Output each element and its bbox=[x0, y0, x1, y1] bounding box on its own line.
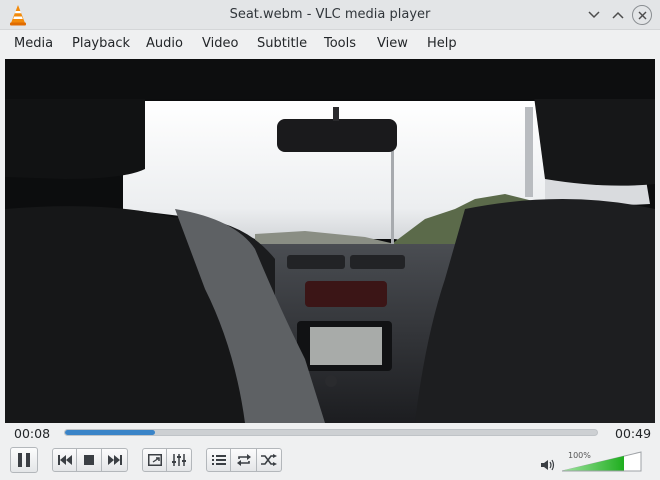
previous-icon bbox=[57, 455, 72, 465]
menu-view[interactable]: View bbox=[377, 36, 408, 51]
menu-video[interactable]: Video bbox=[202, 36, 238, 51]
fullscreen-icon bbox=[147, 454, 162, 466]
playlist-icon bbox=[211, 455, 226, 465]
extended-settings-button[interactable] bbox=[167, 448, 192, 472]
stop-icon bbox=[84, 455, 94, 465]
menu-bar: Media Playback Audio Video Subtitle Tool… bbox=[0, 30, 660, 58]
menu-playback[interactable]: Playback bbox=[72, 36, 130, 51]
window-title: Seat.webm - VLC media player bbox=[229, 7, 431, 22]
random-button[interactable] bbox=[257, 448, 282, 472]
menu-tools[interactable]: Tools bbox=[324, 36, 356, 51]
total-time: 00:49 bbox=[615, 426, 652, 441]
title-bar: Seat.webm - VLC media player bbox=[0, 0, 660, 30]
next-icon bbox=[107, 455, 122, 465]
menu-subtitle[interactable]: Subtitle bbox=[257, 36, 307, 51]
video-frame bbox=[5, 59, 655, 423]
loop-icon bbox=[236, 454, 251, 466]
close-button[interactable] bbox=[632, 5, 652, 25]
chevron-up-icon bbox=[612, 11, 624, 19]
chevron-down-icon bbox=[588, 11, 600, 19]
play-pause-button[interactable] bbox=[10, 447, 38, 473]
seek-progress bbox=[65, 430, 156, 435]
menu-media[interactable]: Media bbox=[14, 36, 53, 51]
playlist-button[interactable] bbox=[206, 448, 231, 472]
seek-slider[interactable] bbox=[64, 429, 598, 436]
shuffle-icon bbox=[261, 454, 277, 466]
equalizer-icon bbox=[172, 454, 186, 466]
pause-icon bbox=[18, 453, 30, 467]
maximize-button[interactable] bbox=[608, 5, 628, 25]
menu-audio[interactable]: Audio bbox=[146, 36, 183, 51]
video-display[interactable] bbox=[5, 59, 655, 423]
minimize-button[interactable] bbox=[584, 5, 604, 25]
close-icon bbox=[638, 11, 646, 19]
next-button[interactable] bbox=[102, 448, 128, 472]
volume-slider[interactable] bbox=[562, 450, 642, 472]
speaker-icon[interactable] bbox=[540, 458, 556, 472]
fullscreen-button[interactable] bbox=[142, 448, 167, 472]
stop-button[interactable] bbox=[77, 448, 102, 472]
current-time: 00:08 bbox=[14, 426, 51, 441]
loop-button[interactable] bbox=[231, 448, 257, 472]
menu-help[interactable]: Help bbox=[427, 36, 457, 51]
previous-button[interactable] bbox=[52, 448, 77, 472]
